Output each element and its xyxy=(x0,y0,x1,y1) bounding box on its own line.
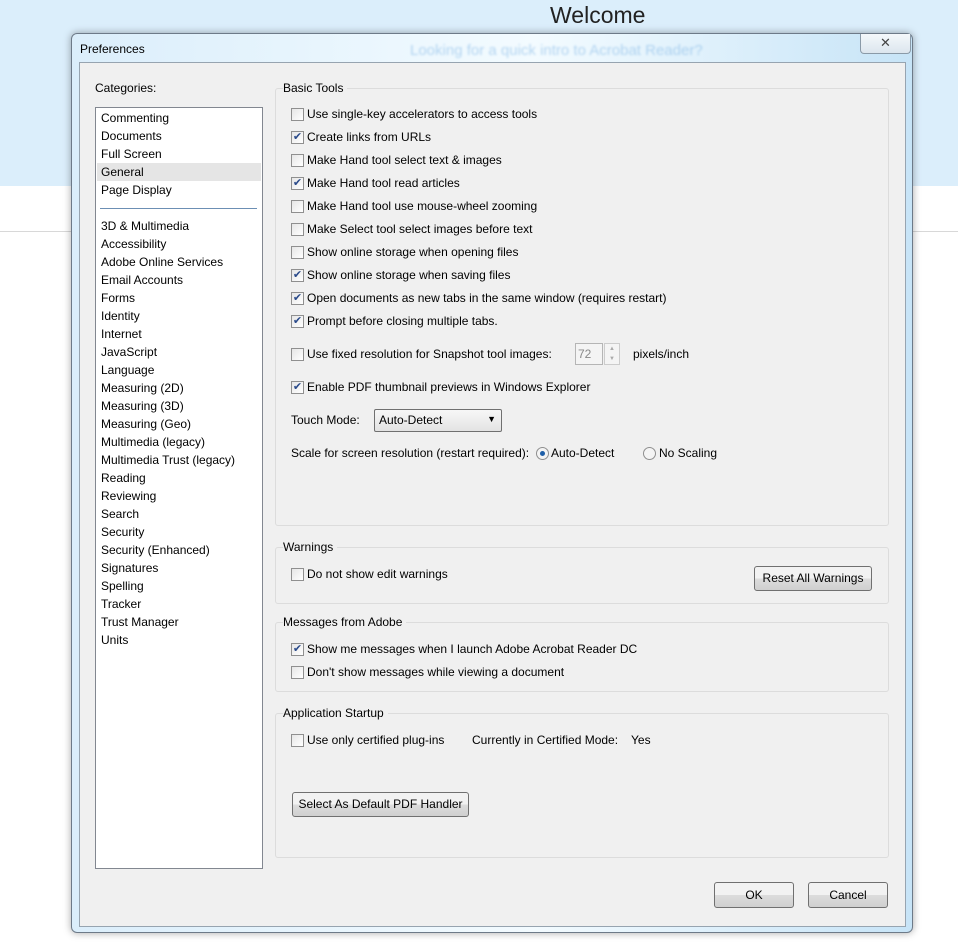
messages-group xyxy=(275,622,889,692)
basic-option-label: Show online storage when opening files xyxy=(307,245,519,259)
basic-tools-group-title: Basic Tools xyxy=(283,81,348,95)
basic-option-label: Prompt before closing multiple tabs. xyxy=(307,314,498,328)
category-item[interactable]: Commenting xyxy=(97,109,261,127)
categories-label: Categories: xyxy=(95,81,157,95)
scale-option-label: No Scaling xyxy=(659,446,718,460)
thumbnail-preview-checkbox[interactable]: ✔ xyxy=(291,381,304,394)
basic-option-label: Make Select tool select images before te… xyxy=(307,222,533,236)
basic-option-label: Make Hand tool read articles xyxy=(307,176,460,190)
category-item[interactable]: Units xyxy=(97,631,261,649)
ok-button[interactable]: OK xyxy=(714,882,794,908)
basic-option-checkbox[interactable] xyxy=(291,200,304,213)
reset-warnings-button[interactable]: Reset All Warnings xyxy=(754,566,872,591)
category-item[interactable]: JavaScript xyxy=(97,343,261,361)
category-item[interactable]: Reading xyxy=(97,469,261,487)
background-ghost-text: Looking for a quick intro to Acrobat Rea… xyxy=(410,42,703,59)
category-item[interactable]: Reviewing xyxy=(97,487,261,505)
default-pdf-handler-button[interactable]: Select As Default PDF Handler xyxy=(292,792,469,817)
category-item[interactable]: Email Accounts xyxy=(97,271,261,289)
basic-option-checkbox[interactable] xyxy=(291,154,304,167)
basic-option-label: Create links from URLs xyxy=(307,130,432,144)
basic-option-checkbox[interactable]: ✔ xyxy=(291,292,304,305)
category-item[interactable]: Signatures xyxy=(97,559,261,577)
edit-warnings-checkbox[interactable] xyxy=(291,568,304,581)
snapshot-resolution-checkbox[interactable] xyxy=(291,348,304,361)
basic-option-label: Make Hand tool use mouse-wheel zooming xyxy=(307,199,538,213)
close-icon: ✕ xyxy=(880,35,891,50)
basic-option-checkbox[interactable] xyxy=(291,223,304,236)
warnings-group-title: Warnings xyxy=(283,540,338,554)
basic-option-checkbox[interactable]: ✔ xyxy=(291,269,304,282)
message-option-label: Show me messages when I launch Adobe Acr… xyxy=(307,642,638,656)
category-item[interactable]: Tracker xyxy=(97,595,261,613)
cancel-button[interactable]: Cancel xyxy=(808,882,888,908)
certified-plugins-checkbox[interactable] xyxy=(291,734,304,747)
categories-separator xyxy=(100,208,257,209)
edit-warnings-label: Do not show edit warnings xyxy=(307,567,448,581)
basic-option-label: Show online storage when saving files xyxy=(307,268,511,282)
basic-option-checkbox[interactable]: ✔ xyxy=(291,315,304,328)
scale-radio[interactable] xyxy=(643,447,656,460)
basic-option-label: Open documents as new tabs in the same w… xyxy=(307,291,667,305)
category-item[interactable]: Page Display xyxy=(97,181,261,199)
basic-option-label: Make Hand tool select text & images xyxy=(307,153,502,167)
certified-mode-value: Yes xyxy=(631,733,651,747)
category-item[interactable]: Forms xyxy=(97,289,261,307)
touch-mode-value: Auto-Detect xyxy=(379,413,443,427)
close-button[interactable]: ✕ xyxy=(860,34,911,54)
category-item[interactable]: Full Screen xyxy=(97,145,261,163)
category-item[interactable]: Language xyxy=(97,361,261,379)
touch-mode-label: Touch Mode: xyxy=(291,413,360,427)
category-item[interactable]: Accessibility xyxy=(97,235,261,253)
category-item[interactable]: Security xyxy=(97,523,261,541)
messages-group-title: Messages from Adobe xyxy=(283,615,407,629)
category-item[interactable]: Documents xyxy=(97,127,261,145)
scale-radio[interactable] xyxy=(536,447,549,460)
category-item[interactable]: Measuring (3D) xyxy=(97,397,261,415)
category-item[interactable]: Multimedia (legacy) xyxy=(97,433,261,451)
category-item[interactable]: Search xyxy=(97,505,261,523)
categories-list[interactable]: Commenting Documents Full Screen General Pag… xyxy=(95,107,263,869)
scale-label: Scale for screen resolution (restart req… xyxy=(291,446,530,460)
resolution-unit: pixels/inch xyxy=(633,347,690,361)
message-option-checkbox[interactable]: ✔ xyxy=(291,643,304,656)
category-item[interactable]: Measuring (Geo) xyxy=(97,415,261,433)
category-item[interactable]: Multimedia Trust (legacy) xyxy=(97,451,261,469)
category-item[interactable]: Identity xyxy=(97,307,261,325)
basic-option-checkbox[interactable] xyxy=(291,108,304,121)
touch-mode-select[interactable]: Auto-Detect ▼ xyxy=(374,409,502,432)
certified-mode-label: Currently in Certified Mode: xyxy=(472,733,619,747)
basic-option-label: Use single-key accelerators to access to… xyxy=(307,107,538,121)
category-item[interactable]: General xyxy=(97,163,261,181)
thumbnail-preview-label: Enable PDF thumbnail previews in Windows… xyxy=(307,380,591,394)
basic-option-checkbox[interactable] xyxy=(291,246,304,259)
message-option-label: Don't show messages while viewing a docu… xyxy=(307,665,565,679)
category-item[interactable]: Security (Enhanced) xyxy=(97,541,261,559)
snapshot-resolution-label: Use fixed resolution for Snapshot tool i… xyxy=(307,347,552,361)
message-option-checkbox[interactable] xyxy=(291,666,304,679)
category-item[interactable]: Measuring (2D) xyxy=(97,379,261,397)
category-item[interactable]: 3D & Multimedia xyxy=(97,217,261,235)
category-item[interactable]: Trust Manager xyxy=(97,613,261,631)
resolution-input[interactable]: 72 xyxy=(575,343,603,365)
category-item[interactable]: Spelling xyxy=(97,577,261,595)
scale-option-label: Auto-Detect xyxy=(551,446,615,460)
category-item[interactable]: Internet xyxy=(97,325,261,343)
resolution-spinner[interactable]: ▲ ▼ xyxy=(604,343,620,365)
chevron-down-icon: ▼ xyxy=(487,414,496,424)
startup-group-title: Application Startup xyxy=(283,706,388,720)
dialog-title: Preferences xyxy=(80,42,145,56)
category-item[interactable]: Adobe Online Services xyxy=(97,253,261,271)
basic-option-checkbox[interactable]: ✔ xyxy=(291,177,304,190)
certified-plugins-label: Use only certified plug-ins xyxy=(307,733,445,747)
welcome-title: Welcome xyxy=(550,2,646,28)
basic-option-checkbox[interactable]: ✔ xyxy=(291,131,304,144)
